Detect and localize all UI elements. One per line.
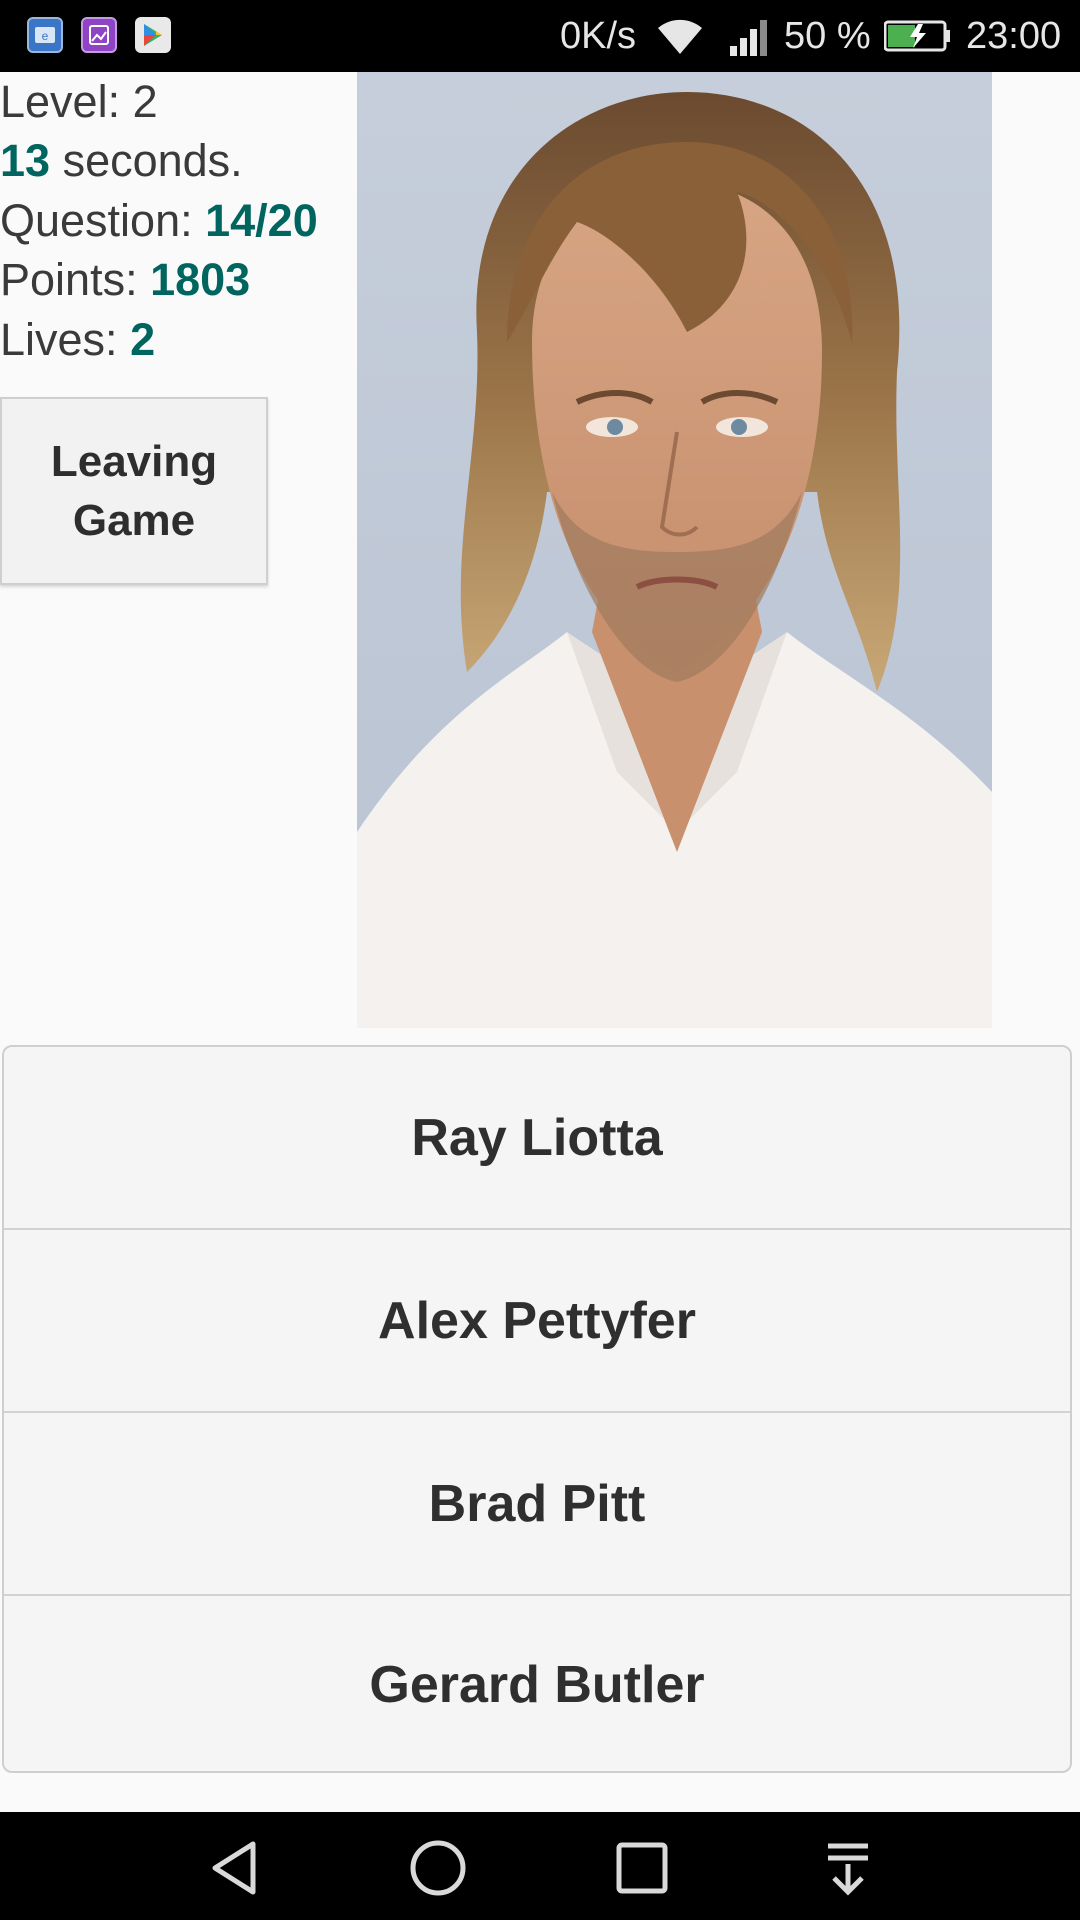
level-value: 2 bbox=[132, 76, 158, 127]
question-value: 14/20 bbox=[205, 195, 318, 246]
play-store-icon bbox=[135, 17, 171, 53]
answer-option[interactable]: Alex Pettyfer bbox=[4, 1230, 1070, 1413]
recents-icon[interactable] bbox=[612, 1838, 672, 1898]
lives-line: Lives: 2 bbox=[0, 312, 155, 368]
battery-percent: 50 % bbox=[784, 15, 871, 57]
answer-option[interactable]: Ray Liotta bbox=[4, 1047, 1070, 1230]
question-label: Question: bbox=[0, 195, 206, 246]
seconds-label: seconds. bbox=[50, 135, 243, 186]
level-label: Level: bbox=[0, 76, 133, 127]
question-line: Question: 14/20 bbox=[0, 193, 318, 249]
points-value: 1803 bbox=[150, 254, 251, 305]
answer-option[interactable]: Gerard Butler bbox=[4, 1596, 1070, 1771]
home-icon[interactable] bbox=[408, 1838, 468, 1898]
timer-line: 13 seconds. bbox=[0, 133, 243, 189]
answer-list: Ray Liotta Alex Pettyfer Brad Pitt Gerar… bbox=[2, 1045, 1072, 1773]
browser-app-icon: e bbox=[27, 17, 63, 53]
status-bar: e 0K/s 50 % 23:00 bbox=[0, 0, 1080, 72]
level-line: Level: 2 bbox=[0, 74, 158, 130]
battery-charging-icon bbox=[884, 20, 950, 52]
wifi-icon bbox=[658, 19, 702, 54]
points-label: Points: bbox=[0, 254, 151, 305]
leave-game-label: Leaving Game bbox=[50, 437, 218, 545]
clock: 23:00 bbox=[966, 15, 1062, 57]
celebrity-photo bbox=[357, 72, 992, 1028]
back-icon[interactable] bbox=[205, 1838, 265, 1898]
leave-game-button[interactable]: Leaving Game bbox=[0, 397, 268, 585]
lives-label: Lives: bbox=[0, 314, 131, 365]
notification-pull-icon[interactable] bbox=[818, 1838, 878, 1898]
navigation-bar bbox=[0, 1812, 1080, 1920]
lives-value: 2 bbox=[130, 314, 156, 365]
signal-icon bbox=[730, 20, 767, 56]
svg-text:e: e bbox=[42, 29, 49, 43]
seconds-value: 13 bbox=[0, 135, 51, 186]
points-line: Points: 1803 bbox=[0, 252, 250, 308]
network-speed: 0K/s bbox=[560, 15, 637, 57]
answer-option[interactable]: Brad Pitt bbox=[4, 1413, 1070, 1596]
gallery-app-icon bbox=[81, 17, 117, 53]
